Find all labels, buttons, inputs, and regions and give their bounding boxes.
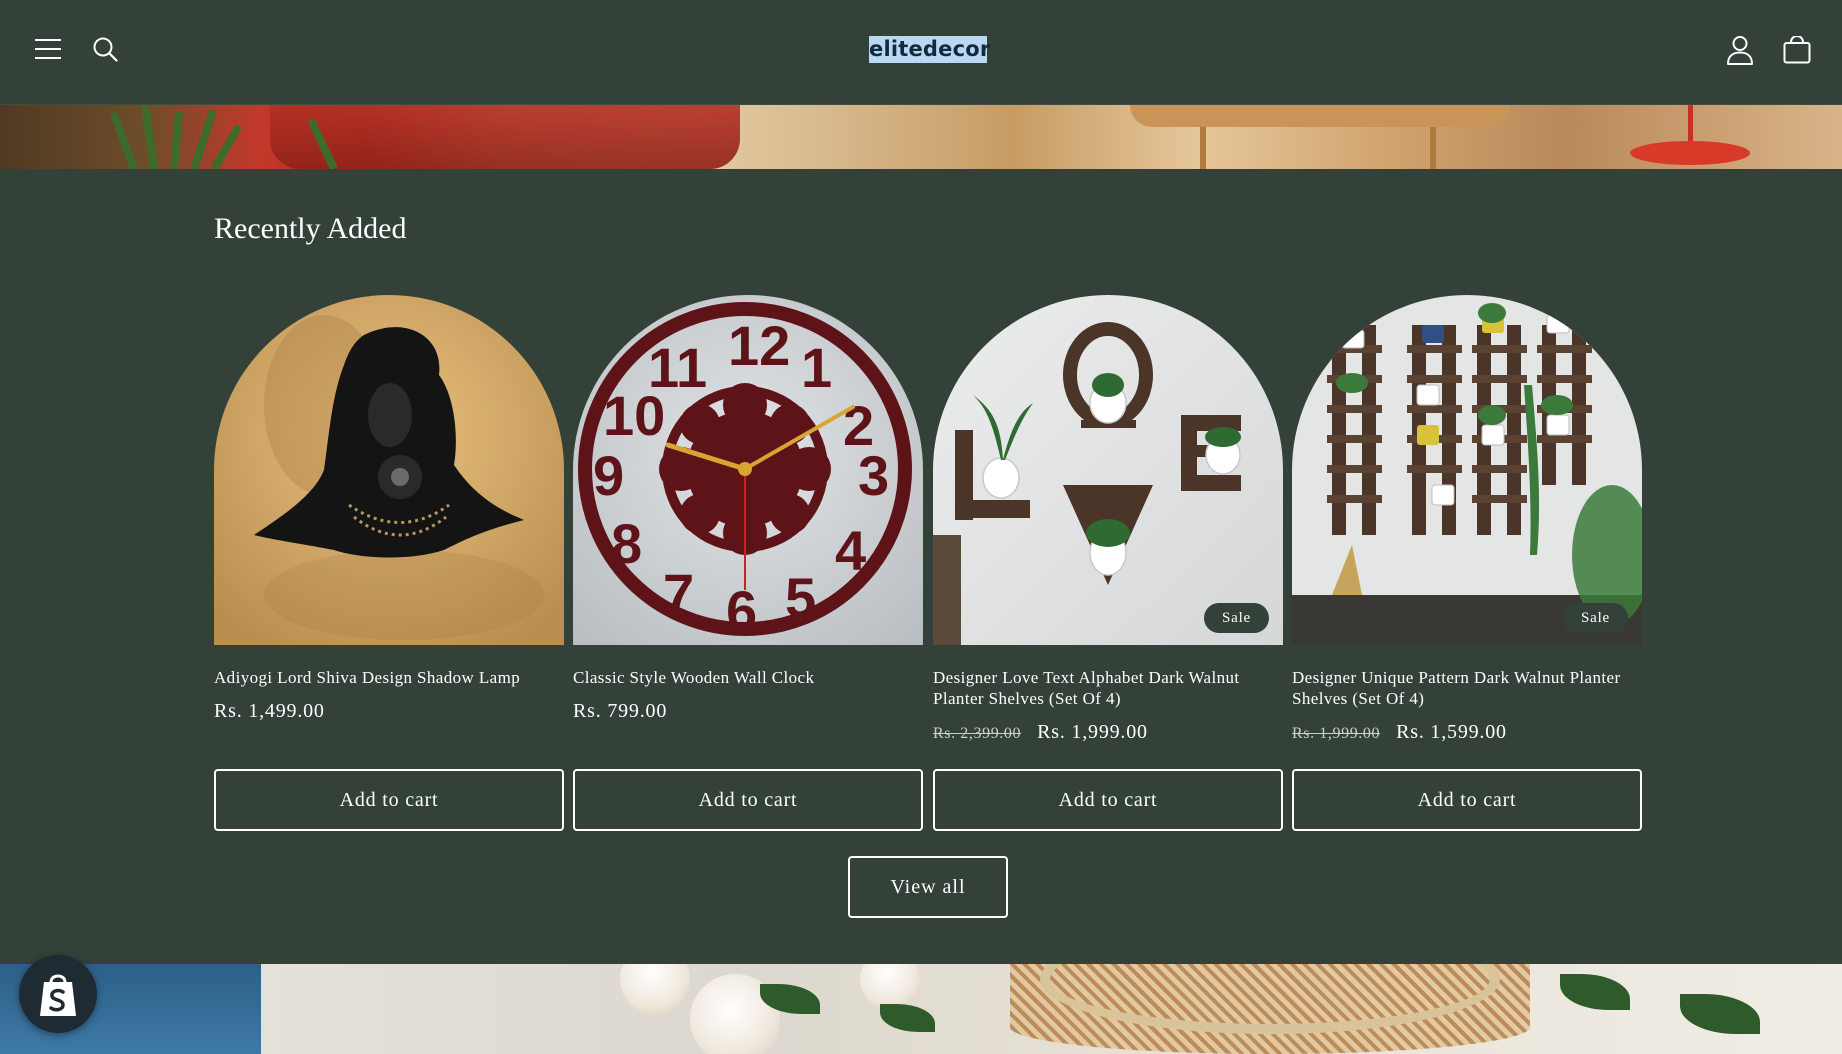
svg-text:9: 9 — [593, 444, 624, 507]
product-image[interactable]: 12 1 2 3 4 5 6 7 8 9 10 11 — [573, 295, 923, 645]
leaf-shape — [1680, 994, 1760, 1034]
table-leg — [1200, 127, 1206, 169]
plant-leaf — [210, 123, 243, 169]
account-icon[interactable] — [1718, 28, 1762, 72]
svg-text:8: 8 — [611, 512, 642, 575]
leaf-shape — [880, 1004, 935, 1032]
add-to-cart-button[interactable]: Add to cart — [573, 769, 923, 831]
product-compare-price: Rs. 2,399.00 — [933, 725, 1022, 742]
product-price: Rs. 1,999.00 — [1037, 721, 1148, 743]
svg-text:1: 1 — [801, 336, 832, 399]
svg-text:11: 11 — [648, 336, 707, 399]
view-all-button[interactable]: View all — [848, 856, 1008, 918]
section-title: Recently Added — [214, 212, 407, 245]
hero-banner-image — [0, 105, 1842, 169]
product-price: Rs. 799.00 — [573, 700, 668, 722]
product-price-row: Rs. 799.00 — [573, 700, 923, 723]
product-compare-price: Rs. 1,999.00 — [1292, 725, 1381, 742]
product-price: Rs. 1,499.00 — [214, 700, 325, 722]
bottom-banner-image — [0, 964, 1842, 1054]
site-logo[interactable]: elitedecor — [869, 36, 990, 63]
product-image[interactable]: Sale — [933, 295, 1283, 645]
product-title[interactable]: Designer Love Text Alphabet Dark Walnut … — [933, 667, 1283, 709]
product-image[interactable] — [214, 295, 564, 645]
lamp-pole — [1688, 105, 1693, 145]
product-card[interactable]: 12 1 2 3 4 5 6 7 8 9 10 11 Classic Style… — [573, 295, 923, 723]
table-shape — [1130, 105, 1510, 127]
plant-leaf — [141, 105, 158, 169]
product-card[interactable]: Sale Designer Love Text Alphabet Dark Wa… — [933, 295, 1283, 744]
plant-leaf — [170, 110, 184, 169]
product-title[interactable]: Designer Unique Pattern Dark Walnut Plan… — [1292, 667, 1642, 709]
svg-text:12: 12 — [728, 314, 790, 377]
plant-leaf — [109, 111, 138, 169]
sale-badge: Sale — [1562, 603, 1628, 633]
product-price-row: Rs. 1,999.00 Rs. 1,599.00 — [1292, 721, 1642, 744]
product-card[interactable]: Adiyogi Lord Shiva Design Shadow Lamp Rs… — [214, 295, 564, 723]
lamp-base — [1630, 141, 1750, 165]
product-card[interactable]: Sale Designer Unique Pattern Dark Walnut… — [1292, 295, 1642, 744]
menu-icon[interactable] — [26, 27, 70, 71]
add-to-cart-button[interactable]: Add to cart — [1292, 769, 1642, 831]
site-header: elitedecor — [0, 0, 1842, 105]
table-leg — [1430, 127, 1436, 169]
product-title[interactable]: Classic Style Wooden Wall Clock — [573, 667, 923, 688]
svg-text:4: 4 — [835, 519, 866, 582]
plant-leaf — [190, 108, 217, 169]
cart-icon[interactable] — [1775, 28, 1819, 72]
sale-badge: Sale — [1203, 603, 1269, 633]
leaf-shape — [1560, 974, 1630, 1010]
product-price-row: Rs. 1,499.00 — [214, 700, 564, 723]
rose-shape — [860, 964, 920, 1009]
svg-text:6: 6 — [726, 579, 757, 642]
product-price-row: Rs. 2,399.00 Rs. 1,999.00 — [933, 721, 1283, 744]
svg-text:7: 7 — [663, 562, 694, 625]
product-image[interactable]: Sale — [1292, 295, 1642, 645]
svg-text:5: 5 — [785, 566, 816, 629]
svg-text:3: 3 — [858, 444, 889, 507]
product-title[interactable]: Adiyogi Lord Shiva Design Shadow Lamp — [214, 667, 564, 688]
search-icon[interactable] — [83, 27, 127, 71]
add-to-cart-button[interactable]: Add to cart — [933, 769, 1283, 831]
sofa-shape — [270, 105, 740, 169]
rose-shape — [620, 964, 690, 1014]
product-price: Rs. 1,599.00 — [1396, 721, 1507, 743]
add-to-cart-button[interactable]: Add to cart — [214, 769, 564, 831]
shopify-bag-icon[interactable] — [19, 955, 97, 1033]
